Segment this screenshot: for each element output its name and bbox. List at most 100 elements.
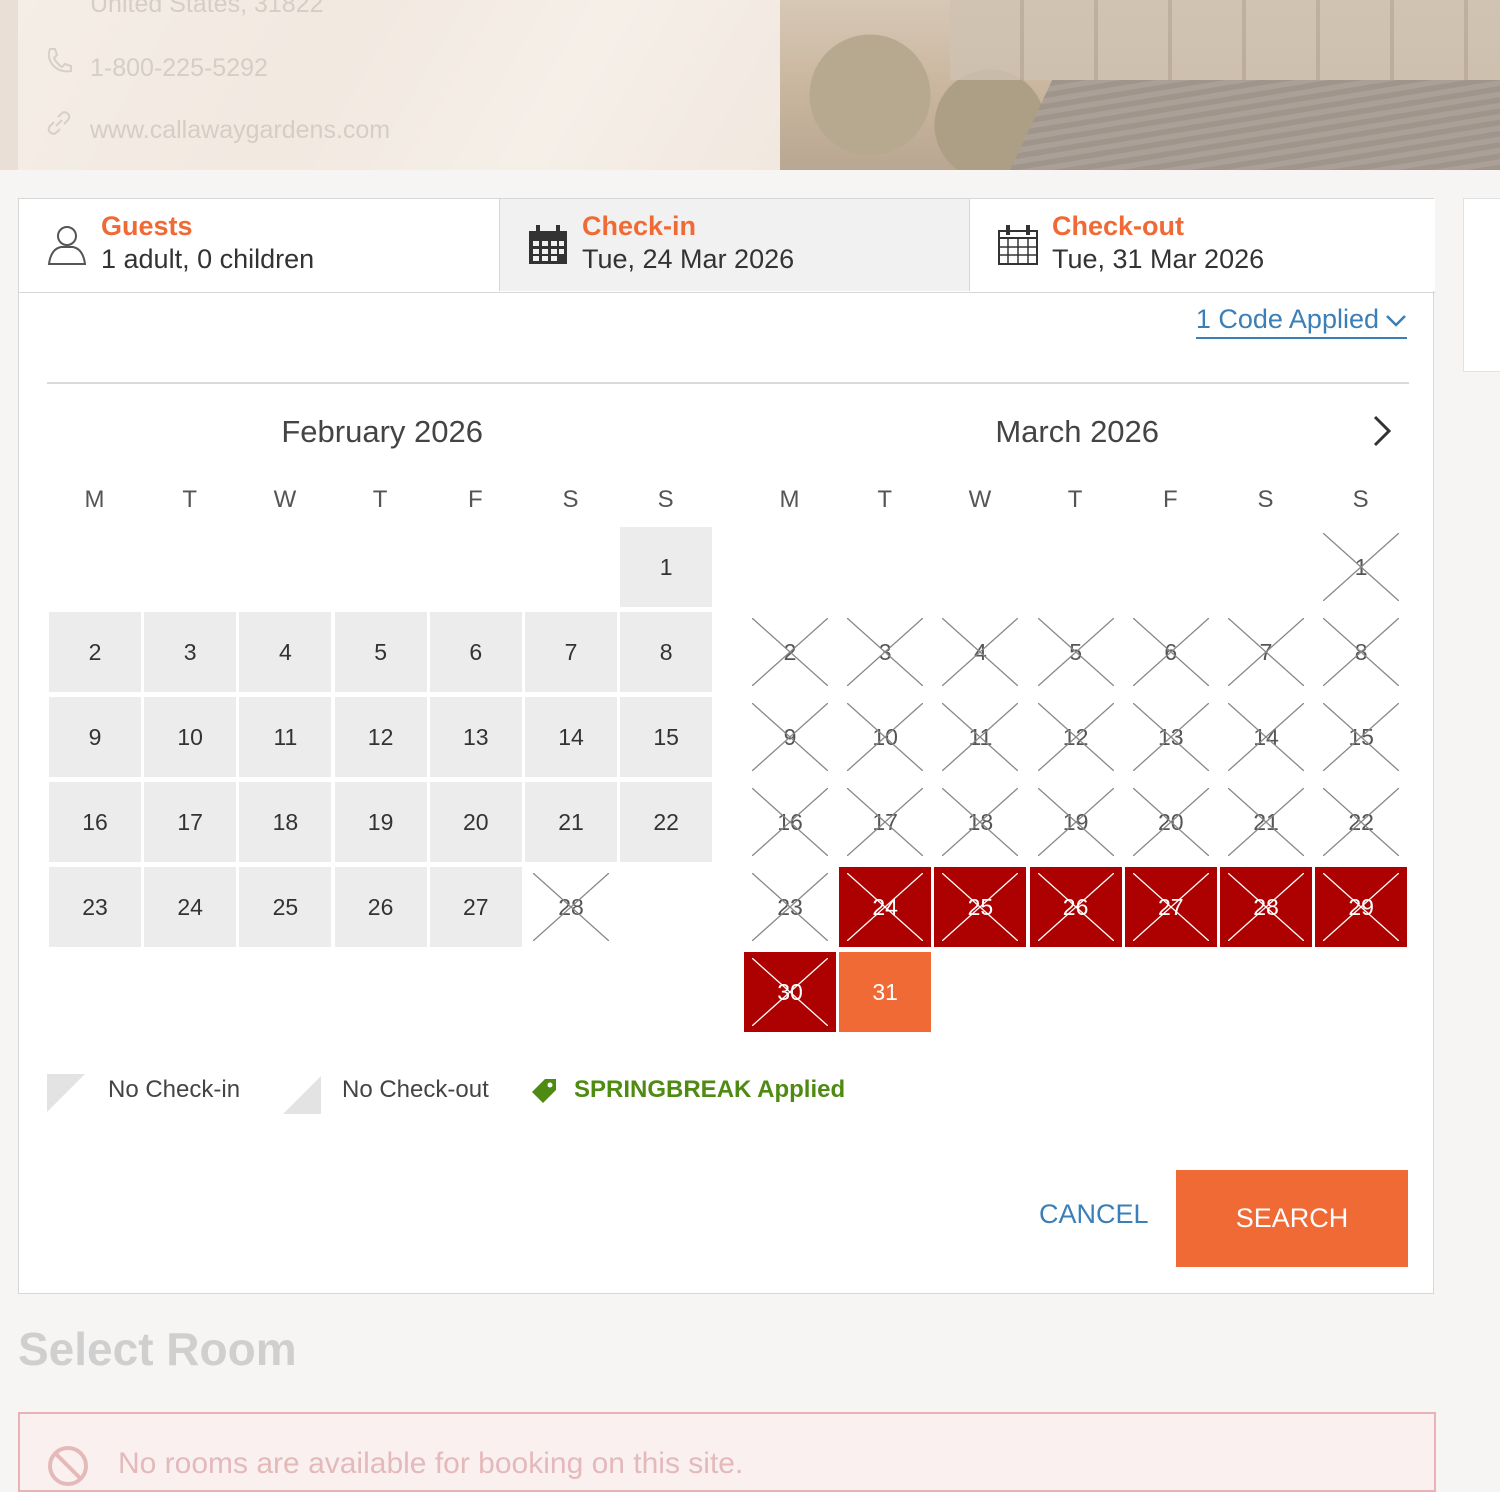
no-checkin-swatch-icon [47,1074,85,1112]
calendar-day: 5 [1030,612,1122,692]
day-number: 7 [564,639,578,665]
tag-icon [532,1079,556,1103]
calendar-day[interactable]: 15 [620,697,713,777]
calendar-day[interactable]: 24 [144,867,237,947]
side-card [1463,198,1500,372]
select-room-heading: Select Room [18,1323,297,1375]
user-icon [45,223,89,267]
calendar-day[interactable]: 13 [429,697,522,777]
calendar-day[interactable]: 3 [144,612,237,692]
day-number: 16 [82,809,108,835]
calendar-day: 4 [934,612,1026,692]
calendar-day[interactable]: 26 [334,867,427,947]
calendar-day[interactable]: 12 [334,697,427,777]
hotel-photo-right [780,0,1500,170]
calendar-day[interactable]: 31 [839,952,932,1032]
day-number: 16 [777,809,803,835]
calendar-day[interactable]: 19 [334,782,427,862]
calendar-day[interactable]: 25 [239,867,332,947]
calendar-day[interactable]: 2 [49,612,141,692]
calendar-day[interactable]: 17 [144,782,237,862]
calendar-day[interactable]: 11 [239,697,332,777]
day-number: 26 [367,894,394,920]
calendar-day: 24 [839,867,932,947]
checkout-label: Check-out [1052,211,1185,241]
calendar-day: 20 [1125,782,1217,862]
day-number: 10 [872,724,898,750]
next-month-arrow-icon[interactable] [1367,411,1397,451]
guests-value: 1 adult, 0 children [101,244,315,274]
day-number: 22 [1348,809,1374,835]
day-number: 19 [1062,809,1089,835]
day-number: 2 [783,639,797,665]
calendar-day: 30 [744,952,836,1032]
calendar-day: 22 [1315,782,1407,862]
legend-no-checkout: No Check-out [283,1074,523,1114]
legend-promo: SPRINGBREAK Applied [529,1074,845,1114]
day-number: 10 [177,724,203,750]
legend-no-checkin: No Check-in [47,1074,287,1114]
calendar-day[interactable]: 4 [239,612,332,692]
calendar-day: 11 [934,697,1026,777]
weekday-header: T [877,486,893,513]
day-number: 12 [1062,724,1089,750]
calendar-day[interactable]: 23 [49,867,141,947]
calendar-day[interactable]: 10 [144,697,237,777]
calendar-day: 25 [934,867,1027,947]
day-number: 18 [272,809,299,835]
no-rooms-message: No rooms are available for booking on th… [118,1447,744,1480]
search-button[interactable]: SEARCH [1176,1170,1408,1267]
checkin-value: Tue, 24 Mar 2026 [582,244,795,274]
calendar-day[interactable]: 27 [429,867,522,947]
calendar-day: 9 [744,697,836,777]
address-text: United States, 31822 [90,0,324,18]
weekday-header: T [1067,486,1083,513]
day-number: 26 [1062,894,1089,920]
calendar-day[interactable]: 5 [334,612,427,692]
day-number: 4 [278,639,292,665]
promo-code-toggle[interactable]: 1 Code Applied [1195,304,1407,339]
tab-checkout[interactable]: Check-out Tue, 31 Mar 2026 [970,199,1435,291]
calendar-day[interactable]: 22 [620,782,713,862]
calendar-day[interactable]: 20 [429,782,522,862]
calendar-day: 17 [839,782,931,862]
calendar-day[interactable]: 1 [620,527,713,607]
day-number: 14 [558,724,584,750]
hotel-phone: 1-800-225-5292 [44,46,268,83]
calendar-day[interactable]: 6 [429,612,522,692]
day-number: 18 [967,809,994,835]
day-number: 27 [1158,894,1184,920]
booking-panel: Guests 1 adult, 0 children Check-in Tue,… [18,198,1435,1294]
calendar-day: 23 [744,867,836,947]
day-number: 13 [463,724,489,750]
no-rooms-alert: No rooms are available for booking on th… [18,1412,1436,1492]
calendar-day[interactable]: 7 [525,612,617,692]
day-number: 24 [177,894,203,920]
calendar-day: 27 [1124,867,1217,947]
checkin-label: Check-in [582,211,697,241]
calendar-day: 28 [525,867,617,947]
calendar-day[interactable]: 8 [620,612,713,692]
calendar-day[interactable]: 14 [525,697,617,777]
weekday-header: S [1257,486,1274,513]
tab-guests[interactable]: Guests 1 adult, 0 children [19,199,499,291]
calendar-day[interactable]: 21 [525,782,617,862]
weekday-header: F [1162,486,1178,513]
day-number: 9 [88,724,102,750]
calendar-day[interactable]: 18 [239,782,332,862]
no-checkout-swatch-icon [283,1076,321,1114]
calendar-day: 28 [1220,867,1312,947]
calendar-day[interactable]: 9 [49,697,141,777]
booking-tabs: Guests 1 adult, 0 children Check-in Tue,… [19,199,1435,293]
day-number: 1 [659,554,673,580]
hotel-address: United States, 31822 [44,0,324,19]
day-number: 8 [1354,639,1368,665]
weekday-header: M [779,486,800,513]
weekday-header: W [968,486,992,513]
cancel-button[interactable]: CANCEL [1039,1199,1149,1230]
tab-checkin[interactable]: Check-in Tue, 24 Mar 2026 [499,199,970,291]
weekday-header: W [273,486,297,513]
calendar-day[interactable]: 16 [49,782,141,862]
website-link[interactable]: www.callawaygardens.com [90,116,390,144]
day-number: 23 [777,894,803,920]
